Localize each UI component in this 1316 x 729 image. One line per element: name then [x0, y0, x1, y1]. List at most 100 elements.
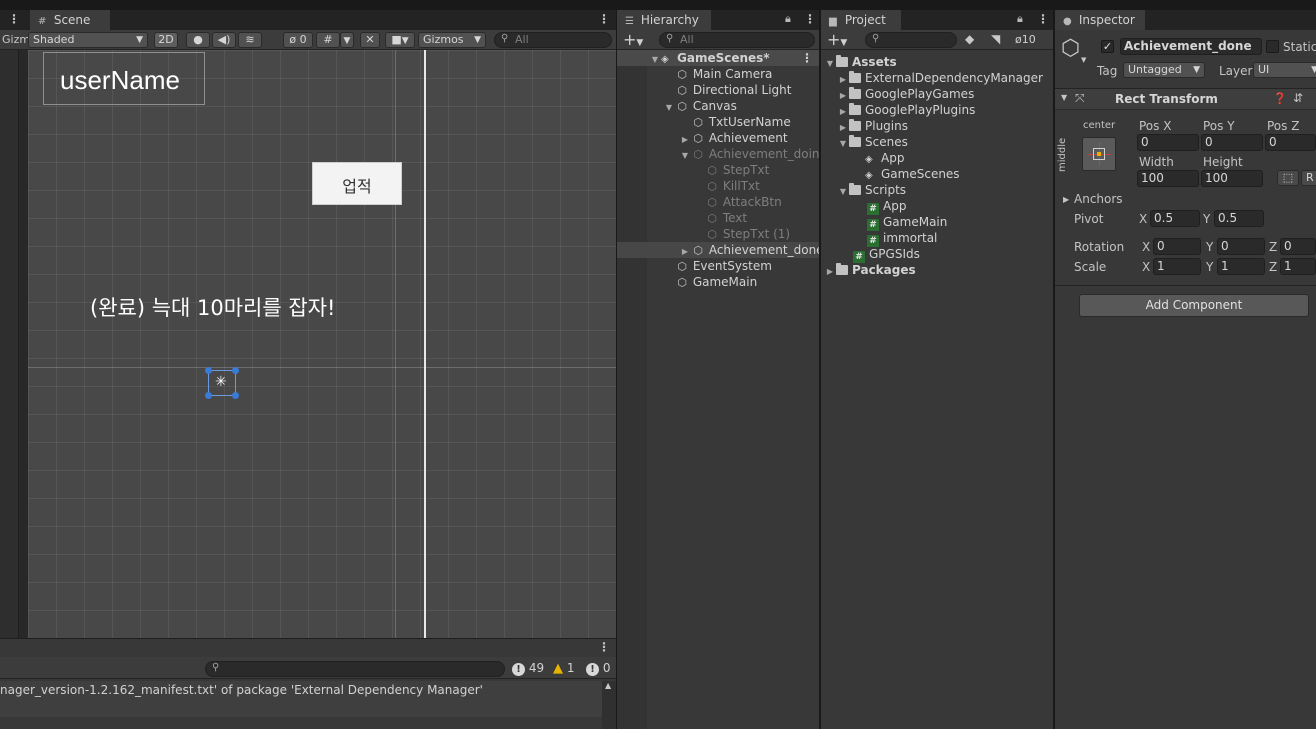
width-field[interactable]: 100: [1137, 170, 1199, 187]
pivot-x-field[interactable]: 0.5: [1150, 210, 1200, 227]
project-item-googleplayplugins[interactable]: ▶ GooglePlayPlugins: [821, 102, 1053, 118]
project-item-script-gamemain[interactable]: # GameMain: [821, 214, 1053, 231]
project-item-scripts[interactable]: ▼ Scripts: [821, 182, 1053, 198]
hidden-objects-toggle[interactable]: ø 0: [283, 32, 313, 48]
scale-z-field[interactable]: 1: [1280, 258, 1316, 275]
add-object-button[interactable]: +▼: [623, 30, 643, 49]
hierarchy-item-gamemain[interactable]: ⬡ GameMain: [617, 274, 819, 290]
tab-inspector[interactable]: ● Inspector: [1055, 10, 1145, 30]
hierarchy-search-input[interactable]: ⚲ All: [659, 32, 815, 48]
project-item-scene-app[interactable]: ◈ App: [821, 150, 1053, 166]
project-search-input[interactable]: ⚲: [865, 32, 957, 48]
lock-icon[interactable]: 🔒︎: [785, 12, 791, 26]
hierarchy-item-attackbtn[interactable]: ⬡ AttackBtn: [617, 194, 819, 210]
console-scrollbar[interactable]: ▲: [602, 681, 616, 729]
root-more-icon[interactable]: ⋮: [801, 50, 813, 66]
hierarchy-item-achievement-done[interactable]: ▶ ⬡ Achievement_done: [617, 242, 819, 258]
camera-dropdown[interactable]: ■▼: [385, 32, 415, 48]
mode-2d-toggle[interactable]: 2D: [154, 32, 178, 48]
scale-x-field[interactable]: 1: [1153, 258, 1201, 275]
raw-edit-button[interactable]: R: [1301, 170, 1316, 186]
icon-dropdown-arrow[interactable]: ▼: [1081, 56, 1086, 64]
help-icon[interactable]: ❓: [1273, 92, 1287, 105]
console-warning-counter[interactable]: ▲ 1: [553, 661, 574, 676]
rotation-y-field[interactable]: 0: [1217, 238, 1265, 255]
hierarchy-item-achievement[interactable]: ▶ ⬡ Achievement: [617, 130, 819, 146]
project-item-packages[interactable]: ▶ Packages: [821, 262, 1053, 278]
pos-z-field[interactable]: 0: [1265, 134, 1316, 151]
lighting-toggle[interactable]: ●: [186, 32, 210, 48]
hierarchy-root-scene[interactable]: ▼ ◈ GameScenes* ⋮: [617, 50, 819, 66]
settings-icon[interactable]: ⇵: [1293, 91, 1303, 105]
filter-label-icon[interactable]: ◥: [991, 32, 1000, 46]
hierarchy-item-canvas[interactable]: ▼ ⬡ Canvas: [617, 98, 819, 114]
lock-icon[interactable]: 🔒︎: [1017, 12, 1023, 26]
console-log-row[interactable]: nager_version-1.2.162_manifest.txt' of p…: [0, 681, 602, 717]
create-asset-button[interactable]: +▼: [827, 30, 847, 49]
project-item-assets[interactable]: ▼ Assets: [821, 54, 1053, 70]
project-item-plugins[interactable]: ▶ Plugins: [821, 118, 1053, 134]
project-item-gpgsids[interactable]: # GPGSIds: [821, 246, 1053, 263]
layer-dropdown[interactable]: UI ▼: [1253, 62, 1316, 78]
project-item-script-immortal[interactable]: # immortal: [821, 230, 1053, 247]
rotation-x-field[interactable]: 0: [1153, 238, 1201, 255]
height-field[interactable]: 100: [1201, 170, 1263, 187]
blueprint-mode-button[interactable]: ⬚: [1277, 170, 1299, 186]
console-error-counter[interactable]: ! 49: [512, 661, 544, 676]
achievement-button-preview[interactable]: 업적: [312, 162, 402, 205]
effects-toggle[interactable]: ≋: [238, 32, 262, 48]
hierarchy-item-text[interactable]: ⬡ Text: [617, 210, 819, 226]
rotation-z-field[interactable]: 0: [1280, 238, 1316, 255]
anchor-presets-button[interactable]: [1082, 137, 1116, 171]
tab-hierarchy[interactable]: ☰ Hierarchy: [617, 10, 711, 30]
project-item-scene-gamescenes[interactable]: ◈ GameScenes: [821, 166, 1053, 182]
grid-snap-dropdown[interactable]: ▼: [340, 32, 354, 48]
project-item-scenes[interactable]: ▼ Scenes: [821, 134, 1053, 150]
hierarchy-item-steptxt[interactable]: ⬡ StepTxt: [617, 162, 819, 178]
hierarchy-item-eventsystem[interactable]: ⬡ EventSystem: [617, 258, 819, 274]
active-checkbox[interactable]: ✓: [1101, 40, 1114, 53]
object-name-field[interactable]: Achievement_done: [1120, 38, 1262, 55]
static-checkbox[interactable]: [1266, 40, 1279, 53]
pos-y-field[interactable]: 0: [1201, 134, 1263, 151]
scene-search-input[interactable]: ⚲ All: [494, 32, 612, 48]
hierarchy-item-main-camera[interactable]: ⬡ Main Camera: [617, 66, 819, 82]
add-component-button[interactable]: Add Component: [1079, 294, 1309, 317]
hierarchy-item-achievement-doing[interactable]: ▼ ⬡ Achievement_doing: [617, 146, 819, 162]
scene-viewport[interactable]: userName 업적 (완료) 늑대 10마리를 잡자! ✳: [28, 50, 616, 638]
collapsed-arrow-icon[interactable]: ▶: [1063, 195, 1069, 204]
tab-scene[interactable]: # Scene: [30, 10, 110, 30]
username-rect[interactable]: userName: [43, 52, 205, 105]
scene-more-icon[interactable]: ⋮: [598, 12, 610, 26]
console-more-icon[interactable]: ⋮: [598, 640, 610, 654]
rect-handle[interactable]: ✳: [205, 367, 239, 399]
hierarchy-item-txtusername[interactable]: ⬡ TxtUserName: [617, 114, 819, 130]
filter-type-icon[interactable]: ◆: [965, 32, 974, 46]
hierarchy-item-steptxt-1[interactable]: ⬡ StepTxt (1): [617, 226, 819, 242]
project-more-icon[interactable]: ⋮: [1037, 12, 1049, 26]
hierarchy-item-killtxt[interactable]: ⬡ KillTxt: [617, 178, 819, 194]
pivot-y-field[interactable]: 0.5: [1214, 210, 1264, 227]
hidden-packages-toggle[interactable]: ø10: [1015, 33, 1036, 46]
shading-mode-dropdown[interactable]: Shaded ▼: [28, 32, 148, 48]
project-item-script-app[interactable]: # App: [821, 198, 1053, 215]
anchors-label[interactable]: Anchors: [1074, 192, 1123, 206]
pos-x-field[interactable]: 0: [1137, 134, 1199, 151]
completion-text[interactable]: (완료) 늑대 10마리를 잡자!: [90, 292, 335, 322]
project-item-externaldependencymanager[interactable]: ▶ ExternalDependencyManager: [821, 70, 1053, 86]
console-search-input[interactable]: ⚲: [205, 661, 505, 677]
hierarchy-item-directional-light[interactable]: ⬡ Directional Light: [617, 82, 819, 98]
tab-project[interactable]: ▆ Project: [821, 10, 901, 30]
scale-y-field[interactable]: 1: [1217, 258, 1265, 275]
chevron-down-icon: ▼: [1311, 65, 1316, 75]
grid-snap-toggle[interactable]: #: [316, 32, 340, 48]
gizmos-dropdown[interactable]: Gizmos ▼: [418, 32, 486, 48]
rect-transform-header[interactable]: ▼ ⤧ Rect Transform ❓ ⇵: [1055, 88, 1316, 110]
tools-toggle[interactable]: ✕: [360, 32, 380, 48]
audio-toggle[interactable]: ◀): [212, 32, 236, 48]
more-icon[interactable]: ⋮: [8, 12, 20, 26]
project-item-googleplaygames[interactable]: ▶ GooglePlayGames: [821, 86, 1053, 102]
hierarchy-more-icon[interactable]: ⋮: [804, 12, 816, 26]
console-info-counter[interactable]: ! 0: [586, 661, 610, 676]
tag-dropdown[interactable]: Untagged ▼: [1123, 62, 1205, 78]
